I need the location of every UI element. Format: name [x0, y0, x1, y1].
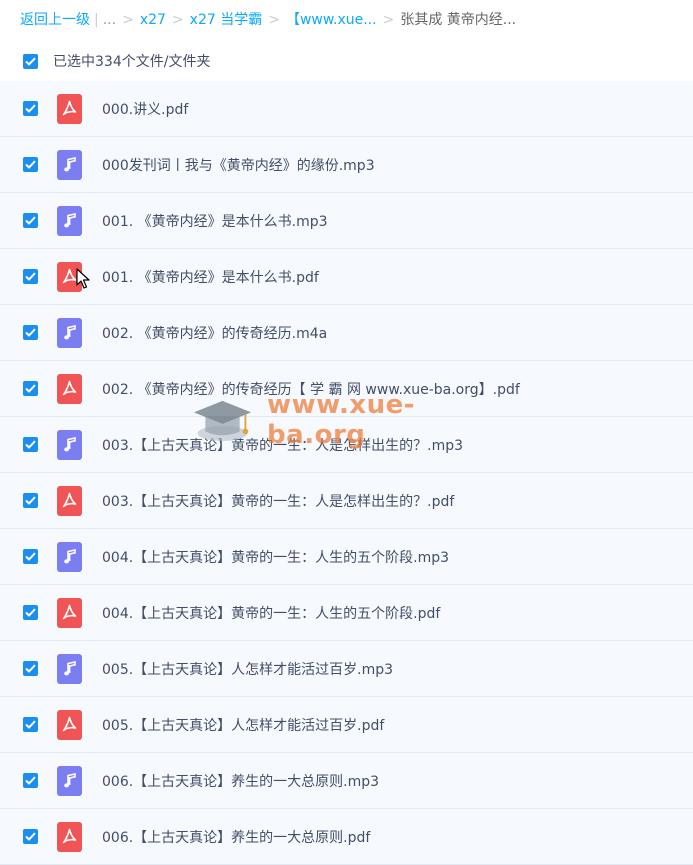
- file-checkbox[interactable]: [23, 605, 38, 620]
- file-checkbox[interactable]: [23, 381, 38, 396]
- checkmark-icon: [25, 720, 36, 729]
- checkmark-icon: [25, 384, 36, 393]
- file-row[interactable]: 000发刊词丨我与《黄帝内经》的缘份.mp3: [0, 137, 693, 193]
- file-checkbox[interactable]: [23, 773, 38, 788]
- file-name[interactable]: 001. 《黄帝内经》是本什么书.mp3: [102, 211, 328, 231]
- file-name[interactable]: 002. 《黄帝内经》的传奇经历【 学 霸 网 www.xue-ba.org】.…: [102, 379, 520, 399]
- pdf-file-icon: [57, 373, 82, 404]
- file-row[interactable]: 003.【上古天真论】黄帝的一生：人是怎样出生的？.mp3: [0, 417, 693, 473]
- selection-count-label: 已选中334个文件/文件夹: [53, 54, 211, 70]
- file-name[interactable]: 000发刊词丨我与《黄帝内经》的缘份.mp3: [102, 155, 375, 175]
- breadcrumb-separator: >: [268, 12, 280, 28]
- file-name[interactable]: 005.【上古天真论】人怎样才能活过百岁.pdf: [102, 715, 384, 735]
- file-checkbox[interactable]: [23, 269, 38, 284]
- file-row[interactable]: 006.【上古天真论】养生的一大总原则.pdf: [0, 809, 693, 865]
- pdf-file-icon: [57, 261, 82, 292]
- checkmark-icon: [25, 440, 36, 449]
- file-name[interactable]: 003.【上古天真论】黄帝的一生：人是怎样出生的？.mp3: [102, 435, 463, 455]
- back-link[interactable]: 返回上一级: [20, 10, 90, 30]
- file-checkbox[interactable]: [23, 101, 38, 116]
- file-row[interactable]: 006.【上古天真论】养生的一大总原则.mp3: [0, 753, 693, 809]
- music-file-icon: [57, 541, 82, 572]
- file-row[interactable]: 003.【上古天真论】黄帝的一生：人是怎样出生的？.pdf: [0, 473, 693, 529]
- file-checkbox[interactable]: [23, 493, 38, 508]
- file-name[interactable]: 006.【上古天真论】养生的一大总原则.mp3: [102, 771, 379, 791]
- breadcrumb: 返回上一级 | ... > x27 > x27 当学霸 > 【www.xue..…: [20, 10, 516, 30]
- breadcrumb-item-x27[interactable]: x27: [140, 10, 166, 30]
- pdf-file-icon: [57, 821, 82, 852]
- checkmark-icon: [25, 496, 36, 505]
- file-name[interactable]: 003.【上古天真论】黄帝的一生：人是怎样出生的？.pdf: [102, 491, 454, 511]
- breadcrumb-item-x27-xueba[interactable]: x27 当学霸: [190, 10, 263, 30]
- file-name[interactable]: 004.【上古天真论】黄帝的一生：人生的五个阶段.pdf: [102, 603, 440, 623]
- checkmark-icon: [25, 664, 36, 673]
- file-row[interactable]: 005.【上古天真论】人怎样才能活过百岁.pdf: [0, 697, 693, 753]
- music-file-icon: [57, 429, 82, 460]
- file-row[interactable]: 005.【上古天真论】人怎样才能活过百岁.mp3: [0, 641, 693, 697]
- file-row[interactable]: 001. 《黄帝内经》是本什么书.mp3: [0, 193, 693, 249]
- file-row[interactable]: 004.【上古天真论】黄帝的一生：人生的五个阶段.mp3: [0, 529, 693, 585]
- file-checkbox[interactable]: [23, 325, 38, 340]
- music-file-icon: [57, 765, 82, 796]
- file-checkbox[interactable]: [23, 437, 38, 452]
- music-file-icon: [57, 653, 82, 684]
- file-checkbox[interactable]: [23, 157, 38, 172]
- breadcrumb-separator: >: [171, 12, 184, 28]
- file-row[interactable]: 002. 《黄帝内经》的传奇经历【 学 霸 网 www.xue-ba.org】.…: [0, 361, 693, 417]
- file-name[interactable]: 005.【上古天真论】人怎样才能活过百岁.mp3: [102, 659, 393, 679]
- checkmark-icon: [25, 57, 36, 66]
- checkmark-icon: [25, 104, 36, 113]
- breadcrumb-pipe: |: [94, 12, 99, 28]
- checkmark-icon: [25, 608, 36, 617]
- breadcrumb-ellipsis[interactable]: ...: [103, 10, 116, 30]
- pdf-file-icon: [57, 709, 82, 740]
- file-checkbox[interactable]: [23, 213, 38, 228]
- file-row[interactable]: 001. 《黄帝内经》是本什么书.pdf: [0, 249, 693, 305]
- checkmark-icon: [25, 272, 36, 281]
- breadcrumb-current: 张其成 黄帝内经...: [400, 12, 517, 28]
- pdf-file-icon: [57, 485, 82, 516]
- breadcrumb-separator: >: [122, 12, 134, 28]
- file-row[interactable]: 000.讲义.pdf: [0, 81, 693, 137]
- file-name[interactable]: 004.【上古天真论】黄帝的一生：人生的五个阶段.mp3: [102, 547, 449, 567]
- selection-bar: 已选中334个文件/文件夹: [0, 44, 693, 78]
- file-name[interactable]: 001. 《黄帝内经》是本什么书.pdf: [102, 267, 319, 287]
- music-file-icon: [57, 205, 82, 236]
- pdf-file-icon: [57, 597, 82, 628]
- music-file-icon: [57, 317, 82, 348]
- file-checkbox[interactable]: [23, 661, 38, 676]
- checkmark-icon: [25, 776, 36, 785]
- file-name[interactable]: 000.讲义.pdf: [102, 99, 188, 119]
- pdf-file-icon: [57, 93, 82, 124]
- checkmark-icon: [25, 552, 36, 561]
- file-list: 000.讲义.pdf 000发刊词丨我与《黄帝内经》的缘份.mp3 001. 《黄帝…: [0, 81, 693, 865]
- file-row[interactable]: 004.【上古天真论】黄帝的一生：人生的五个阶段.pdf: [0, 585, 693, 641]
- file-checkbox[interactable]: [23, 717, 38, 732]
- file-name[interactable]: 002. 《黄帝内经》的传奇经历.m4a: [102, 323, 327, 343]
- checkmark-icon: [25, 328, 36, 337]
- file-checkbox[interactable]: [23, 829, 38, 844]
- music-file-icon: [57, 149, 82, 180]
- file-checkbox[interactable]: [23, 549, 38, 564]
- breadcrumb-separator: >: [382, 12, 395, 28]
- breadcrumb-item-www-xue[interactable]: 【www.xue...: [286, 10, 377, 30]
- file-row[interactable]: 002. 《黄帝内经》的传奇经历.m4a: [0, 305, 693, 361]
- checkmark-icon: [25, 160, 36, 169]
- checkmark-icon: [25, 216, 36, 225]
- select-all-checkbox[interactable]: [23, 53, 38, 69]
- checkmark-icon: [25, 832, 36, 841]
- file-name[interactable]: 006.【上古天真论】养生的一大总原则.pdf: [102, 827, 370, 847]
